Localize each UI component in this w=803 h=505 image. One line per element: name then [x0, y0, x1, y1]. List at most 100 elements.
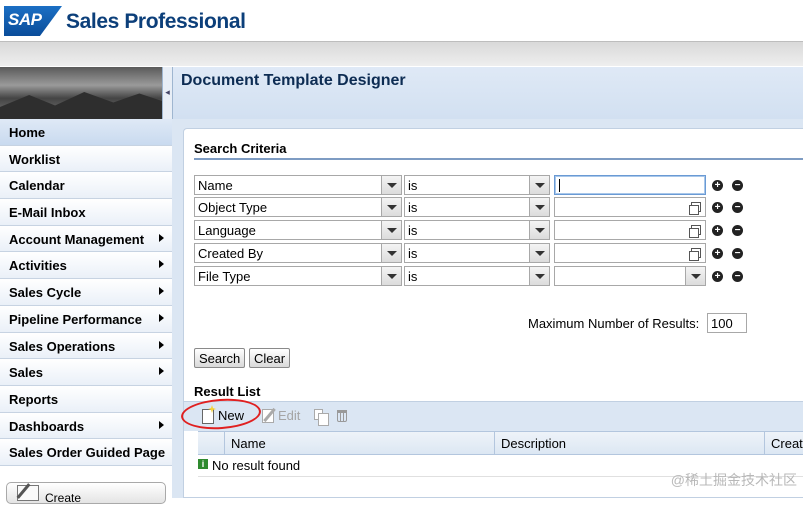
value-help-icon[interactable] — [689, 202, 701, 215]
criteria-row-language: Language is + − — [194, 220, 794, 241]
operator-select-value: is — [408, 246, 418, 261]
nav-item-activities[interactable]: Activities — [0, 252, 172, 280]
dropdown-arrow-icon[interactable] — [529, 267, 549, 285]
result-list-title: Result List — [194, 384, 261, 399]
submenu-arrow-icon — [159, 233, 164, 242]
dropdown-arrow-icon[interactable] — [381, 176, 401, 194]
add-criteria-icon[interactable]: + — [712, 248, 723, 259]
field-select[interactable]: Language — [194, 220, 402, 240]
value-help-icon[interactable] — [689, 225, 701, 238]
nav-item-account-management[interactable]: Account Management — [0, 225, 172, 253]
add-criteria-icon[interactable]: + — [712, 225, 723, 236]
nav-item-label: Sales Operations — [9, 338, 116, 354]
field-select-value: Name — [198, 178, 233, 193]
dropdown-arrow-icon[interactable] — [529, 176, 549, 194]
nav-item-label: Pipeline Performance — [9, 311, 142, 327]
remove-criteria-icon[interactable]: − — [732, 225, 743, 236]
nav-item-reports[interactable]: Reports — [0, 385, 172, 413]
nav-item-sales-cycle[interactable]: Sales Cycle — [0, 279, 172, 306]
edit-button-label: Edit — [278, 408, 301, 423]
nav-item-sales[interactable]: Sales — [0, 359, 172, 386]
watermark: @稀土掘金技术社区 — [670, 472, 797, 488]
search-panel: Search Criteria Name is + − Object Type … — [183, 128, 803, 498]
banner-mountains — [0, 92, 162, 119]
nav-item-pipeline-performance[interactable]: Pipeline Performance — [0, 305, 172, 333]
add-criteria-icon[interactable]: + — [712, 271, 723, 282]
operator-select-value: is — [408, 223, 418, 238]
value-input[interactable] — [554, 175, 706, 195]
nav-item-email-inbox[interactable]: E-Mail Inbox — [0, 199, 172, 226]
dropdown-arrow-icon[interactable] — [685, 267, 705, 285]
nav-item-sales-operations[interactable]: Sales Operations — [0, 332, 172, 360]
edit-button[interactable]: Edit — [262, 408, 300, 423]
dropdown-arrow-icon[interactable] — [381, 267, 401, 285]
submenu-arrow-icon — [159, 313, 164, 322]
field-select-value: Language — [198, 223, 256, 238]
page-title: Document Template Designer — [181, 72, 406, 89]
field-select[interactable]: Created By — [194, 243, 402, 263]
create-button[interactable]: Create — [6, 482, 166, 505]
nav-item-label: Sales — [9, 365, 43, 381]
value-input[interactable] — [554, 197, 706, 217]
criteria-row-object-type: Object Type is + − — [194, 197, 794, 218]
criteria-row-name: Name is + − — [194, 175, 794, 196]
submenu-arrow-icon — [159, 420, 164, 429]
value-dropdown[interactable] — [554, 266, 706, 286]
value-input[interactable] — [554, 243, 706, 263]
dropdown-arrow-icon[interactable] — [529, 198, 549, 216]
nav-item-dashboards[interactable]: Dashboards — [0, 412, 172, 440]
app-title: Sales Professional — [66, 10, 246, 33]
remove-criteria-icon[interactable]: − — [732, 248, 743, 259]
submenu-arrow-icon — [159, 287, 164, 296]
criteria-row-file-type: File Type is + − — [194, 266, 794, 287]
dropdown-arrow-icon[interactable] — [529, 244, 549, 262]
submenu-arrow-icon — [159, 260, 164, 269]
add-criteria-icon[interactable]: + — [712, 202, 723, 213]
value-input[interactable] — [554, 220, 706, 240]
value-help-icon[interactable] — [689, 248, 701, 261]
column-header-description[interactable]: Description — [494, 432, 764, 454]
max-results-input[interactable]: 100 — [707, 313, 747, 333]
criteria-row-created-by: Created By is + − — [194, 243, 794, 264]
collapse-nav-icon[interactable]: ◂ — [162, 67, 172, 119]
create-button-label: Create — [45, 491, 82, 505]
clear-button[interactable]: Clear — [249, 348, 291, 368]
info-icon: i — [198, 459, 208, 469]
field-select-value: Object Type — [198, 200, 268, 215]
operator-select-value: is — [408, 269, 418, 284]
operator-select[interactable]: is — [404, 243, 550, 263]
dropdown-arrow-icon[interactable] — [381, 221, 401, 239]
header-divider — [0, 41, 803, 66]
nav-item-worklist[interactable]: Worklist — [0, 145, 172, 173]
dropdown-arrow-icon[interactable] — [381, 244, 401, 262]
submenu-arrow-icon — [159, 340, 164, 349]
empty-result-message: No result found — [212, 458, 301, 473]
remove-criteria-icon[interactable]: − — [732, 271, 743, 282]
nav-item-sales-order-guided-page[interactable]: Sales Order Guided Page — [0, 439, 172, 466]
dropdown-arrow-icon[interactable] — [381, 198, 401, 216]
nav-item-home[interactable]: Home — [0, 119, 172, 146]
remove-criteria-icon[interactable]: − — [732, 180, 743, 191]
trash-icon — [337, 410, 347, 422]
field-select[interactable]: Name — [194, 175, 402, 195]
field-select[interactable]: File Type — [194, 266, 402, 286]
operator-select[interactable]: is — [404, 266, 550, 286]
column-header-created[interactable]: Create — [764, 432, 803, 454]
field-select-value: File Type — [198, 269, 251, 284]
field-select[interactable]: Object Type — [194, 197, 402, 217]
nav-item-label: Dashboards — [9, 418, 85, 434]
max-results-label: Maximum Number of Results: — [528, 316, 700, 331]
search-button[interactable]: Search — [194, 348, 246, 368]
operator-select[interactable]: is — [404, 220, 550, 240]
field-select-value: Created By — [198, 246, 264, 261]
nav-item-calendar[interactable]: Calendar — [0, 172, 172, 200]
operator-select[interactable]: is — [404, 197, 550, 217]
dropdown-arrow-icon[interactable] — [529, 221, 549, 239]
nav-item-label: Home — [9, 125, 46, 140]
column-header-name[interactable]: Name — [224, 432, 494, 454]
search-criteria-title: Search Criteria — [194, 141, 287, 156]
remove-criteria-icon[interactable]: − — [732, 202, 743, 213]
operator-select[interactable]: is — [404, 175, 550, 195]
nav-item-label: Sales Order Guided Page — [9, 445, 166, 461]
add-criteria-icon[interactable]: + — [712, 180, 723, 191]
